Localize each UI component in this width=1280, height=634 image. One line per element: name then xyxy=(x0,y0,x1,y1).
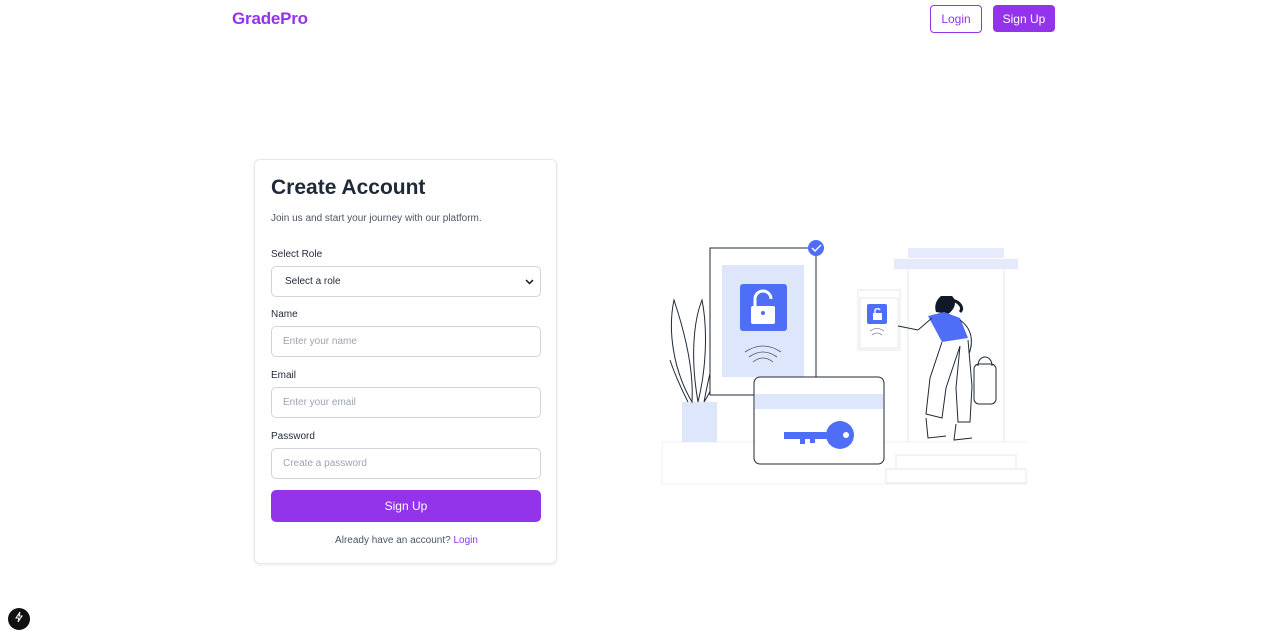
logo[interactable]: GradePro xyxy=(232,9,308,29)
dev-tools-badge[interactable] xyxy=(8,608,30,630)
login-prompt-text: Already have an account? xyxy=(335,535,451,546)
role-select-value: Select a role xyxy=(285,276,341,287)
password-input[interactable] xyxy=(271,448,541,479)
chevron-down-icon xyxy=(525,277,534,287)
password-label: Password xyxy=(271,431,315,442)
login-link[interactable]: Login xyxy=(453,535,477,546)
login-prompt: Already have an account? Login xyxy=(255,535,558,546)
nav-login-button[interactable]: Login xyxy=(930,5,982,33)
nav-signup-button[interactable]: Sign Up xyxy=(993,5,1055,32)
security-unlock-illustration-icon xyxy=(661,240,1028,485)
name-input[interactable] xyxy=(271,326,541,357)
name-label: Name xyxy=(271,309,298,320)
signup-card: Create Account Join us and start your jo… xyxy=(254,159,557,564)
email-label: Email xyxy=(271,370,297,381)
email-input[interactable] xyxy=(271,387,541,418)
signup-submit-button[interactable]: Sign Up xyxy=(271,490,541,522)
role-label: Select Role xyxy=(271,249,323,260)
page-title: Create Account xyxy=(271,176,426,199)
lightning-icon xyxy=(13,610,25,628)
role-select[interactable]: Select a role xyxy=(271,266,541,297)
page-subtitle: Join us and start your journey with our … xyxy=(271,213,482,224)
security-illustration xyxy=(660,238,1030,488)
navbar: GradePro Login Sign Up xyxy=(0,0,1280,38)
